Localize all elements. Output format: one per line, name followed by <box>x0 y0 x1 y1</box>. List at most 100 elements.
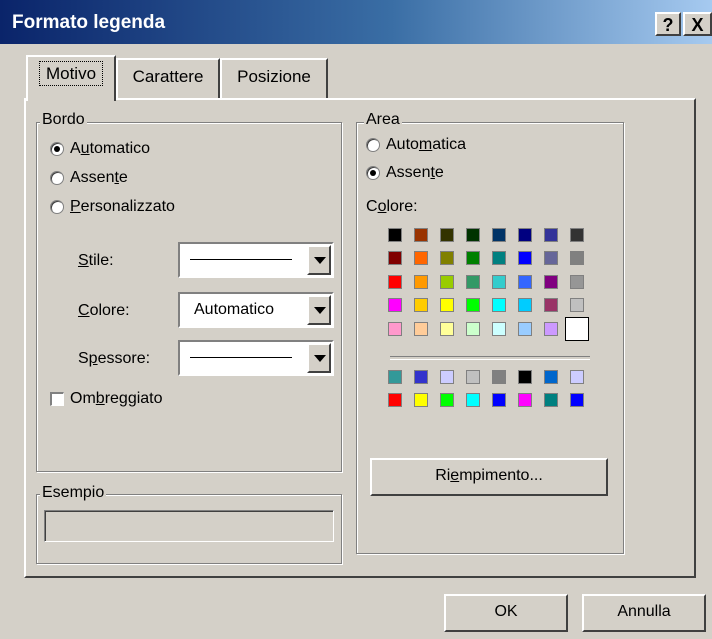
area-colore-label: Colore: <box>366 198 418 215</box>
color-swatch[interactable] <box>544 393 558 408</box>
color-swatch[interactable] <box>570 228 584 242</box>
color-swatch[interactable] <box>570 393 584 408</box>
bordo-automatico-label[interactable]: Automatico <box>70 140 150 158</box>
color-swatch[interactable] <box>440 370 454 384</box>
color-swatch[interactable] <box>466 298 480 313</box>
color-swatch[interactable] <box>566 317 588 340</box>
color-swatch[interactable] <box>440 228 454 242</box>
palette-separator <box>390 356 590 360</box>
chevron-down-icon[interactable] <box>307 245 331 275</box>
bordo-personalizzato-radio[interactable] <box>50 200 64 214</box>
color-swatch[interactable] <box>466 321 480 336</box>
color-swatch[interactable] <box>388 228 402 242</box>
color-swatch[interactable] <box>414 393 428 408</box>
stile-dropdown[interactable] <box>178 242 334 278</box>
tab-carattere[interactable]: Carattere <box>116 58 220 98</box>
ombreggiato-label[interactable]: Ombreggiato <box>70 390 163 408</box>
color-swatch[interactable] <box>414 274 428 289</box>
tab-motivo-label: Motivo <box>38 61 104 86</box>
color-swatch[interactable] <box>518 393 532 408</box>
riempimento-button[interactable]: Riempimento... <box>370 458 608 496</box>
stile-line-preview <box>190 259 292 260</box>
color-swatch[interactable] <box>544 321 558 336</box>
color-swatch[interactable] <box>518 274 532 289</box>
color-swatch[interactable] <box>388 251 402 266</box>
area-automatica-label[interactable]: Automatica <box>386 136 466 154</box>
color-swatch[interactable] <box>518 228 532 242</box>
spessore-dropdown[interactable] <box>178 340 334 376</box>
window-title: Formato legenda <box>12 12 166 33</box>
color-swatch[interactable] <box>414 370 428 384</box>
color-swatch[interactable] <box>492 370 506 384</box>
chevron-down-icon[interactable] <box>307 295 331 325</box>
color-swatch[interactable] <box>440 274 454 289</box>
color-swatch[interactable] <box>492 228 506 242</box>
color-swatch[interactable] <box>544 274 558 289</box>
color-swatch[interactable] <box>466 228 480 242</box>
color-swatch[interactable] <box>440 393 454 408</box>
color-swatch[interactable] <box>570 370 584 384</box>
bordo-assente-radio[interactable] <box>50 171 64 185</box>
bordo-assente-label[interactable]: Assente <box>70 169 128 187</box>
color-swatch[interactable] <box>466 393 480 408</box>
color-swatch[interactable] <box>570 274 584 289</box>
color-swatch[interactable] <box>518 298 532 313</box>
color-swatch[interactable] <box>544 298 558 313</box>
tab-posizione-label: Posizione <box>237 67 311 86</box>
area-group-label: Area <box>364 111 402 129</box>
color-swatch[interactable] <box>492 274 506 289</box>
color-swatch[interactable] <box>466 251 480 266</box>
help-button[interactable]: ? <box>655 12 681 36</box>
chevron-down-icon[interactable] <box>307 343 331 373</box>
stile-label: Stile: <box>78 252 114 269</box>
color-swatch[interactable] <box>414 321 428 336</box>
color-swatch[interactable] <box>466 274 480 289</box>
ombreggiato-checkbox[interactable] <box>50 392 64 406</box>
color-swatch[interactable] <box>414 228 428 242</box>
color-swatch[interactable] <box>544 370 558 384</box>
tab-carattere-label: Carattere <box>132 67 204 86</box>
tab-posizione[interactable]: Posizione <box>220 58 328 98</box>
color-swatch[interactable] <box>440 321 454 336</box>
colore-value: Automatico <box>194 301 275 318</box>
title-bar: Formato legenda ? X <box>0 0 712 44</box>
bordo-group-label: Bordo <box>40 111 87 129</box>
tab-panel-motivo: Bordo Automatico Assente Personalizzato … <box>24 98 696 578</box>
color-swatch[interactable] <box>518 321 532 336</box>
color-swatch[interactable] <box>492 298 506 313</box>
color-swatch[interactable] <box>570 251 584 266</box>
colore-dropdown[interactable]: Automatico <box>178 292 334 328</box>
color-swatch[interactable] <box>440 298 454 313</box>
color-swatch[interactable] <box>414 251 428 266</box>
esempio-group-label: Esempio <box>40 484 107 502</box>
color-swatch[interactable] <box>388 321 402 336</box>
color-swatch[interactable] <box>518 370 532 384</box>
area-assente-radio[interactable] <box>366 166 380 180</box>
color-swatch[interactable] <box>492 321 506 336</box>
spessore-label: Spessore: <box>78 350 151 367</box>
color-swatch[interactable] <box>570 298 584 313</box>
color-swatch[interactable] <box>492 393 506 408</box>
color-swatch[interactable] <box>388 298 402 313</box>
spessore-line-preview <box>190 357 292 358</box>
color-swatch[interactable] <box>518 251 532 266</box>
close-button[interactable]: X <box>683 12 712 36</box>
tab-motivo[interactable]: Motivo <box>26 55 116 101</box>
color-swatch[interactable] <box>388 370 402 384</box>
color-swatch[interactable] <box>388 393 402 408</box>
color-swatch[interactable] <box>388 274 402 289</box>
colore-label: Colore: <box>78 302 130 319</box>
color-swatch[interactable] <box>544 251 558 266</box>
color-swatch[interactable] <box>544 228 558 242</box>
esempio-preview <box>44 510 334 542</box>
area-automatica-radio[interactable] <box>366 138 380 152</box>
cancel-button[interactable]: Annulla <box>582 594 706 632</box>
ok-button[interactable]: OK <box>444 594 568 632</box>
color-swatch[interactable] <box>492 251 506 266</box>
color-swatch[interactable] <box>414 298 428 313</box>
bordo-automatico-radio[interactable] <box>50 142 64 156</box>
bordo-personalizzato-label[interactable]: Personalizzato <box>70 198 175 216</box>
area-assente-label[interactable]: Assente <box>386 164 444 182</box>
color-swatch[interactable] <box>466 370 480 384</box>
color-swatch[interactable] <box>440 251 454 266</box>
